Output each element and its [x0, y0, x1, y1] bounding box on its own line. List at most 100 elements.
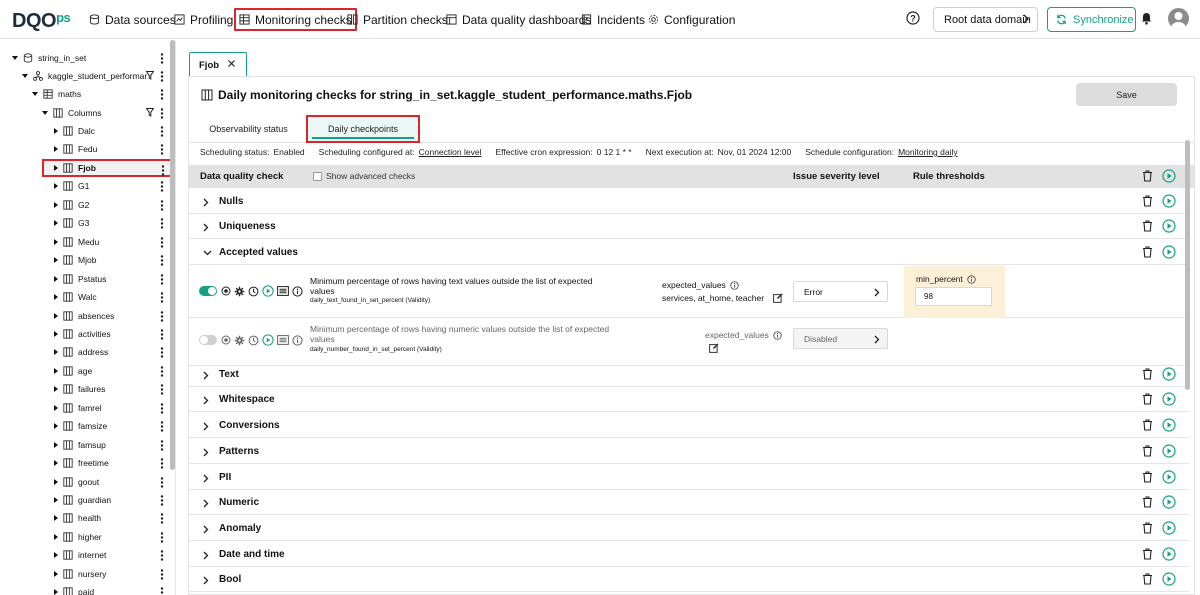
tree-node-column[interactable]: famrel — [0, 399, 172, 417]
more-vert-icon[interactable] — [160, 513, 164, 525]
root-data-domain-button[interactable]: Root data domain — [933, 7, 1038, 32]
sidebar-scrollbar[interactable] — [170, 40, 175, 470]
trash-icon[interactable] — [1142, 368, 1153, 380]
tree-node-column[interactable]: absences — [0, 307, 172, 325]
run-icon[interactable] — [1162, 245, 1176, 259]
chevron-right-icon[interactable] — [203, 198, 209, 207]
clock-icon[interactable] — [248, 286, 259, 297]
trash-icon[interactable] — [1142, 170, 1153, 182]
expand-icon[interactable] — [54, 552, 58, 559]
more-vert-icon[interactable] — [160, 89, 164, 100]
tab-daily-checkpoints[interactable]: Daily checkpoints — [306, 115, 420, 143]
more-vert-icon[interactable] — [160, 236, 164, 248]
more-vert-icon[interactable] — [160, 384, 164, 395]
expand-icon[interactable] — [54, 533, 58, 540]
nav-configuration[interactable]: Configuration — [645, 8, 738, 31]
expand-icon[interactable] — [22, 74, 28, 78]
more-vert-icon[interactable] — [160, 108, 164, 119]
edit-icon[interactable] — [709, 343, 719, 353]
run-icon[interactable] — [1162, 495, 1176, 509]
chevron-right-icon[interactable] — [203, 474, 209, 483]
trash-icon[interactable] — [1142, 220, 1153, 232]
expand-icon[interactable] — [12, 56, 18, 60]
expand-icon[interactable] — [54, 257, 58, 264]
trash-icon[interactable] — [1142, 445, 1153, 457]
run-icon[interactable] — [1162, 367, 1176, 381]
tree-node-column[interactable]: internet — [0, 546, 172, 564]
more-vert-icon[interactable] — [160, 421, 164, 432]
more-vert-icon[interactable] — [160, 476, 164, 488]
trash-icon[interactable] — [1142, 195, 1153, 207]
tree-node-column[interactable]: age — [0, 362, 172, 380]
nav-incidents[interactable]: Incidents — [578, 8, 648, 31]
connection-level-link[interactable]: Connection level — [419, 147, 482, 157]
more-vert-icon[interactable] — [160, 126, 164, 137]
trash-icon[interactable] — [1142, 419, 1153, 431]
chevron-right-icon[interactable] — [874, 335, 880, 344]
tree-node-columns[interactable]: Columns — [0, 104, 172, 122]
nav-partition-checks[interactable]: Partition checks — [344, 8, 451, 31]
tree-node-column[interactable]: Fedu — [0, 140, 172, 158]
expand-icon[interactable] — [54, 294, 58, 301]
more-vert-icon[interactable] — [160, 587, 164, 595]
check-category-row[interactable]: Date and time — [189, 542, 1189, 567]
chevron-right-icon[interactable] — [203, 371, 209, 380]
chevron-right-icon[interactable] — [874, 288, 880, 297]
nav-data-sources[interactable]: Data sources — [86, 8, 179, 31]
tree-node-column[interactable]: G3 — [0, 214, 172, 232]
chevron-right-icon[interactable] — [203, 422, 209, 431]
expand-icon[interactable] — [54, 478, 58, 485]
expand-icon[interactable] — [54, 146, 58, 153]
tree-node-column[interactable]: Medu — [0, 233, 172, 251]
info-icon[interactable] — [967, 274, 976, 284]
run-icon[interactable] — [1162, 547, 1176, 561]
more-vert-icon[interactable] — [160, 181, 164, 193]
tree-node-column[interactable]: famsup — [0, 436, 172, 454]
expand-icon[interactable] — [54, 128, 58, 134]
more-vert-icon[interactable] — [160, 71, 164, 82]
tree-node-column[interactable]: higher — [0, 528, 172, 546]
expand-icon[interactable] — [54, 312, 58, 319]
tree-node-column[interactable]: famsize — [0, 417, 172, 435]
more-vert-icon[interactable] — [160, 53, 164, 64]
clock-icon[interactable] — [248, 335, 259, 346]
more-vert-icon[interactable] — [160, 273, 164, 285]
trash-icon[interactable] — [1142, 393, 1153, 405]
info-icon[interactable] — [730, 280, 739, 290]
expand-icon[interactable] — [54, 589, 58, 595]
check-category-row[interactable]: Patterns — [189, 439, 1189, 464]
show-advanced-checks-checkbox[interactable]: Show advanced checks — [313, 171, 415, 181]
tree-node-column[interactable]: address — [0, 343, 172, 361]
more-vert-icon[interactable] — [160, 495, 164, 506]
chevron-right-icon[interactable] — [203, 525, 209, 534]
tree-node-column[interactable]: failures — [0, 380, 172, 398]
checkbox-box[interactable] — [313, 171, 322, 181]
run-icon[interactable] — [1162, 572, 1176, 586]
chevron-right-icon[interactable] — [203, 576, 209, 585]
gear-icon[interactable] — [234, 286, 245, 297]
run-icon[interactable] — [1162, 169, 1176, 183]
target-icon[interactable] — [221, 335, 231, 345]
chevron-right-icon[interactable] — [203, 223, 209, 232]
tab-fjob[interactable]: Fjob — [189, 52, 247, 77]
tree-node-column[interactable]: nursery — [0, 565, 172, 583]
chevron-right-icon[interactable] — [203, 396, 209, 405]
expand-icon[interactable] — [54, 460, 58, 467]
run-icon[interactable] — [1162, 418, 1176, 432]
check-enable-toggle[interactable] — [199, 335, 217, 345]
expand-icon[interactable] — [54, 441, 58, 448]
more-vert-icon[interactable] — [160, 532, 164, 543]
run-icon[interactable] — [1162, 444, 1176, 458]
nav-profiling[interactable]: Profiling — [171, 8, 236, 31]
tree-node-column[interactable]: activities — [0, 325, 172, 343]
check-category-row[interactable]: Text — [189, 362, 1189, 387]
trash-icon[interactable] — [1142, 246, 1153, 258]
dqops-logo[interactable]: DQOps — [12, 10, 71, 33]
results-icon[interactable] — [277, 335, 289, 345]
tree-node-column[interactable]: goout — [0, 473, 172, 491]
check-category-row[interactable]: PII — [189, 465, 1189, 490]
run-icon[interactable] — [262, 334, 274, 346]
severity-select[interactable]: Disabled — [793, 328, 888, 349]
tree-node-column[interactable]: G1 — [0, 177, 172, 195]
run-icon[interactable] — [1162, 392, 1176, 406]
